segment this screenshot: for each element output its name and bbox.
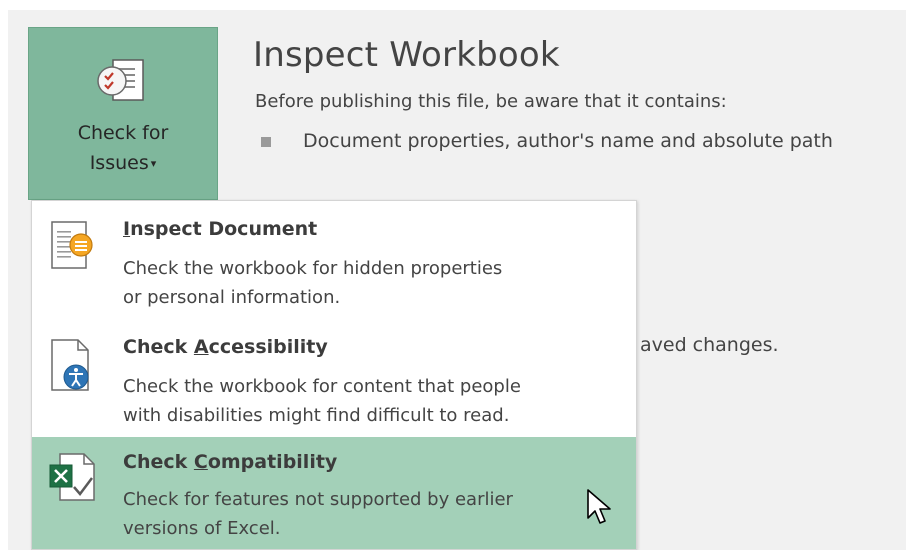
menu-item-check-accessibility[interactable]: Check Accessibility Check the workbook f… <box>32 319 636 437</box>
window-top-edge <box>0 0 906 10</box>
check-compatibility-title-accel: C <box>193 451 208 473</box>
inspect-document-desc-line1: Check the workbook for hidden properties <box>123 258 503 279</box>
check-compatibility-title-pre: Check <box>123 451 194 473</box>
check-compatibility-title: Check Compatibility <box>123 451 337 473</box>
inspect-document-description: Check the workbook for hidden properties… <box>123 254 623 312</box>
inspect-bullet-item: Document properties, author's name and a… <box>303 130 833 152</box>
window-left-edge <box>0 0 8 550</box>
inspect-workbook-description: Before publishing this file, be aware th… <box>255 91 727 112</box>
check-for-issues-label-line2: Issues ▾ <box>29 152 217 174</box>
check-compatibility-title-post: ompatibility <box>207 451 338 473</box>
dropdown-caret-icon: ▾ <box>150 157 157 170</box>
check-accessibility-title-accel: A <box>193 336 209 358</box>
inspect-document-title-rest: nspect Document <box>130 218 318 240</box>
inspect-document-desc-line2: or personal information. <box>123 287 341 308</box>
inspect-document-icon <box>51 221 93 269</box>
check-compatibility-desc-line1: Check for features not supported by earl… <box>123 489 513 510</box>
check-accessibility-title-pre: Check <box>123 336 194 358</box>
check-for-issues-button[interactable]: Check for Issues ▾ <box>28 27 218 200</box>
check-compatibility-description: Check for features not supported by earl… <box>123 485 623 543</box>
compatibility-icon <box>49 453 95 501</box>
menu-item-check-compatibility[interactable]: Check Compatibility Check for features n… <box>32 437 636 549</box>
check-accessibility-description: Check the workbook for content that peop… <box>123 372 623 430</box>
check-for-issues-dropdown: Inspect Document Check the workbook for … <box>31 200 637 550</box>
accessibility-icon <box>51 339 89 391</box>
check-for-issues-label-issues: Issues <box>89 152 149 174</box>
menu-item-inspect-document[interactable]: Inspect Document Check the workbook for … <box>32 201 636 319</box>
check-compatibility-desc-line2: versions of Excel. <box>123 518 281 539</box>
inspect-document-title: Inspect Document <box>123 218 317 240</box>
check-accessibility-desc-line1: Check the workbook for content that peop… <box>123 376 521 397</box>
check-accessibility-title-post: ccessibility <box>208 336 328 358</box>
mouse-pointer-icon <box>587 489 611 524</box>
partially-hidden-text: aved changes. <box>640 334 779 356</box>
inspect-workbook-title: Inspect Workbook <box>253 35 560 75</box>
bullet-icon <box>261 137 271 147</box>
check-accessibility-title: Check Accessibility <box>123 336 328 358</box>
checklist-icon <box>97 59 144 101</box>
check-for-issues-label-line1: Check for <box>77 122 169 144</box>
check-accessibility-desc-line2: with disabilities might find difficult t… <box>123 405 510 426</box>
